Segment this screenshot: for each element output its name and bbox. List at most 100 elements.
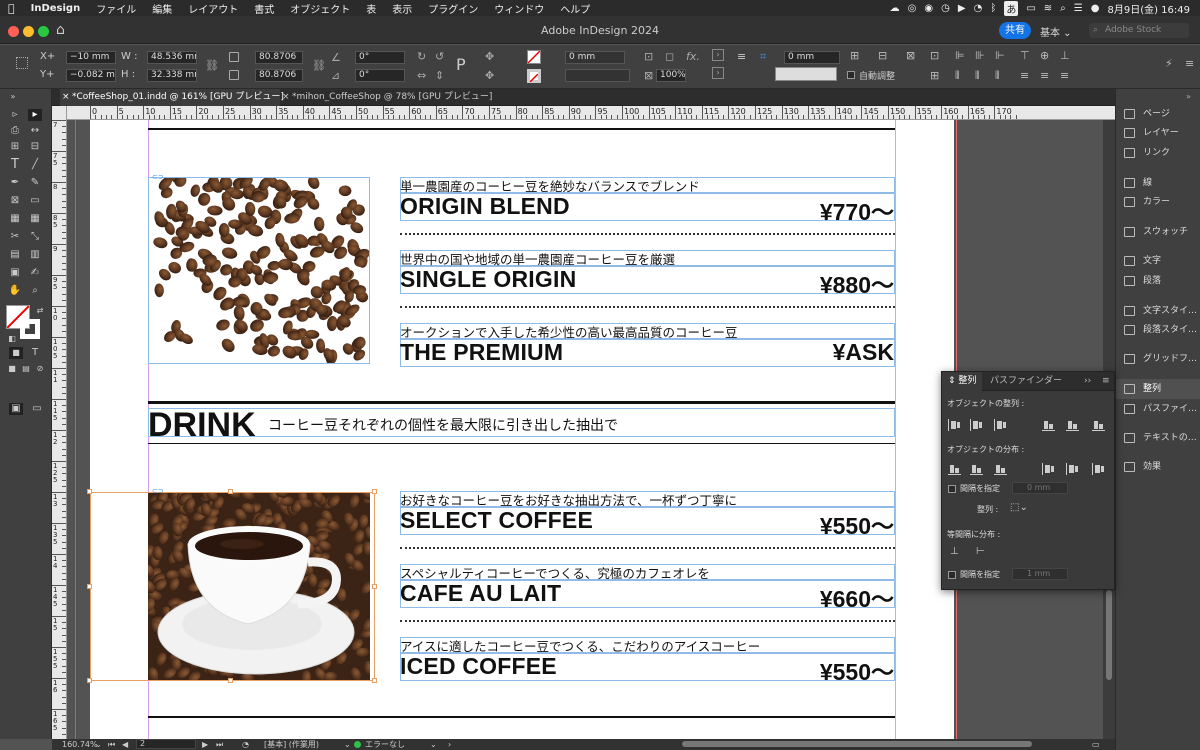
distribute-right-icon[interactable]: ⫴ [995, 69, 1000, 83]
zoom-level[interactable]: 160.74% [62, 739, 98, 750]
distribute-left-icon[interactable] [1042, 463, 1055, 475]
align-top-edges-icon[interactable]: ⊤ [1020, 49, 1030, 62]
item-price[interactable]: ¥770〜 [820, 193, 894, 227]
swap-colors-icon[interactable]: ⇄ [33, 305, 47, 317]
preflight-menu-icon[interactable]: › [448, 739, 451, 750]
inset-field[interactable]: 0 mm [784, 51, 840, 64]
menu-table[interactable]: 表 [358, 1, 384, 16]
stroke-color-swatch[interactable] [20, 319, 40, 339]
table-tool-icon[interactable]: ▦ [28, 213, 42, 225]
scissors-tool-icon[interactable]: ✂ [8, 231, 22, 243]
dock-item-color[interactable]: カラー [1116, 192, 1200, 212]
distribute-bottom-icon[interactable] [994, 463, 1007, 475]
distribute-top-icon[interactable] [948, 463, 961, 475]
formatting-container-icon[interactable]: ■ [9, 347, 23, 359]
link-scale-icon[interactable]: ⛓ [312, 59, 326, 72]
tab-pathfinder[interactable]: パスファインダー [984, 372, 1068, 391]
align-top-icon[interactable] [1042, 419, 1055, 431]
fit-frame-icon[interactable]: ⊟ [878, 49, 887, 62]
item-price[interactable]: ¥660〜 [820, 580, 894, 614]
align-bottom-edges-icon[interactable]: ⊥ [1060, 49, 1070, 62]
panel-collapse-icon[interactable]: ›› [1078, 372, 1097, 391]
dock-item-stroke[interactable]: 線 [1116, 173, 1200, 193]
flip-vertical-icon[interactable]: ⇕ [435, 69, 444, 82]
apply-none-icon[interactable]: ⊘ [33, 363, 47, 375]
apple-icon[interactable]:  [0, 2, 23, 15]
dock-item-links[interactable]: リンク [1116, 143, 1200, 163]
eyedropper-tool-icon[interactable]: ✍ [28, 267, 42, 279]
panel-menu-icon[interactable]: ≡ [1096, 372, 1116, 391]
drop-shadow-icon[interactable]: ◻ [665, 50, 674, 63]
align-vcenter-icon[interactable] [1066, 419, 1079, 431]
dock-item-grid-format[interactable]: グリッドフ… [1116, 349, 1200, 369]
x-field[interactable]: −10 mm [66, 51, 116, 64]
play-icon[interactable]: ▶ [958, 3, 966, 14]
note-tool-icon[interactable]: ▣ [8, 267, 22, 279]
stroke-weight-field[interactable]: 0 mm [565, 51, 625, 64]
cloud-icon[interactable]: ☁ [890, 3, 900, 14]
dock-item-page[interactable]: ページ [1116, 104, 1200, 124]
reference-point-icon[interactable] [16, 57, 28, 69]
dock-item-paragraph-styles[interactable]: 段落スタイ… [1116, 320, 1200, 340]
horizontal-scroll-thumb[interactable] [682, 741, 1032, 747]
dock-item-paragraph[interactable]: 段落 [1116, 271, 1200, 291]
resize-handle[interactable] [228, 678, 233, 683]
fit-content-icon[interactable]: ⊞ [850, 49, 859, 62]
rectangle-tool-icon[interactable]: ▭ [28, 195, 42, 207]
formatting-text-icon[interactable]: T [28, 347, 42, 359]
menu-window[interactable]: ウィンドウ [486, 1, 552, 16]
distribute-horizontal-space-icon[interactable]: ⊢ [976, 546, 985, 557]
align-vcenter-icon[interactable]: ⊕ [1040, 49, 1049, 62]
free-transform-tool-icon[interactable]: ⤡ [28, 231, 42, 243]
item-name[interactable]: THE PREMIUM [400, 339, 563, 366]
resize-handle[interactable] [372, 678, 377, 683]
frame-fitting-icon[interactable]: ⊡ [644, 50, 653, 63]
shear-field[interactable]: 0° [355, 69, 405, 82]
page-view-icon[interactable]: ◔ [242, 739, 249, 750]
stroke-type-dropdown[interactable] [565, 69, 630, 82]
document-page[interactable]: ⊂⊃ 単一農園産のコーヒー豆を絶妙なバランスでブレンド ORIGIN BLEND ¥… [87, 120, 957, 739]
page-number-field[interactable]: 2 [136, 739, 196, 749]
gap-tool-icon[interactable]: ↔ [28, 125, 42, 137]
dock-item-layers[interactable]: レイヤー [1116, 123, 1200, 143]
use-spacing-checkbox-2[interactable] [948, 571, 956, 579]
style-dropdown-icon[interactable]: ⌄ [344, 739, 351, 750]
pencil-tool-icon[interactable]: ✎ [28, 177, 42, 189]
constrain-proportions-icon[interactable]: ⛓ [205, 59, 219, 72]
menu-file[interactable]: ファイル [88, 1, 144, 16]
zoom-tool-icon[interactable]: ⌕ [28, 285, 42, 297]
clock-text[interactable]: 8月9日(金) 16:49 [1107, 1, 1190, 16]
content-aware-fit-icon[interactable]: ⊞ [930, 69, 939, 82]
align-right-edges-icon[interactable]: ⊩ [995, 49, 1005, 62]
use-spacing-checkbox[interactable] [948, 485, 956, 493]
scale-x-field[interactable]: 80.8706 [255, 51, 303, 64]
control-center-icon[interactable]: ☰ [1074, 3, 1083, 14]
distribute-hcenter-icon[interactable]: ⫴ [975, 69, 980, 83]
bluetooth-icon[interactable]: ᛒ [990, 3, 996, 14]
frame-grid-tool-icon[interactable]: ▦ [8, 213, 22, 225]
scroll-thumb[interactable] [1106, 590, 1112, 680]
pen-tool-icon[interactable]: ✒ [8, 177, 22, 189]
expand-arrow-icon-2[interactable]: › [712, 67, 724, 79]
content-placer-icon[interactable]: ⊟ [28, 141, 42, 153]
style-indicator[interactable]: [基本] (作業用) [264, 739, 319, 750]
tab-close-icon[interactable]: × [282, 89, 290, 106]
tab-mihon-coffeeshop[interactable]: × *mihon_CoffeeShop @ 78% [GPU プレビュー] [280, 89, 510, 106]
line-tool-icon[interactable]: ╱ [28, 159, 42, 171]
hand-tool-icon[interactable]: ✋ [8, 285, 22, 297]
rotate-cw-icon[interactable]: ↻ [417, 50, 426, 63]
volume-icon[interactable]: ◔ [974, 3, 983, 14]
spacing-field-2[interactable]: 1 mm [1012, 568, 1068, 580]
quick-actions-icon[interactable]: ⚡ [1165, 57, 1173, 70]
fit-window-icon[interactable]: ▭ [1092, 739, 1100, 750]
search-icon[interactable]: ⌕ [1060, 3, 1066, 14]
menu-edit[interactable]: 編集 [144, 1, 180, 16]
fill-proportional-icon[interactable]: ⊠ [906, 49, 915, 62]
sync-icon[interactable]: ◉ [924, 3, 933, 14]
gradient-swatch-tool-icon[interactable]: ▤ [8, 249, 22, 261]
resize-handle[interactable] [87, 489, 92, 494]
siri-icon[interactable]: ● [1091, 3, 1100, 14]
rotate-ccw-icon[interactable]: ↺ [435, 50, 444, 63]
input-mode-indicator[interactable]: あ [1004, 0, 1019, 16]
last-page-icon[interactable]: ⏭ [216, 739, 223, 750]
